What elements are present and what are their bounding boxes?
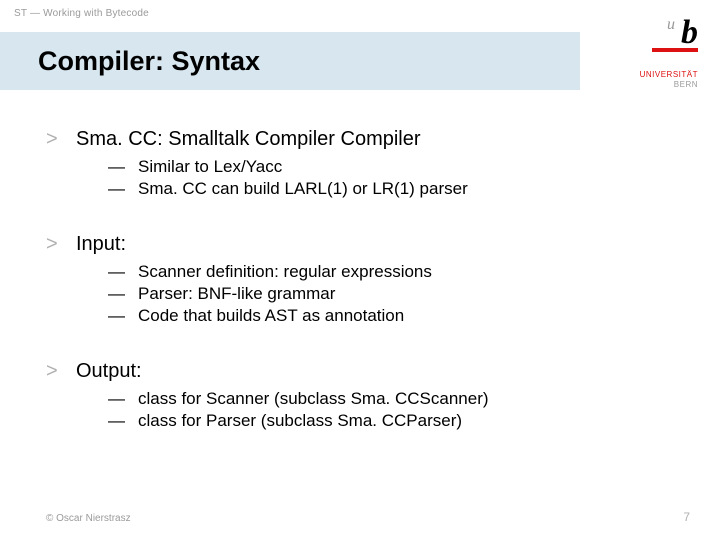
logo-u-glyph: u bbox=[667, 16, 675, 34]
sub-item-text: Similar to Lex/Yacc bbox=[138, 157, 282, 177]
list-item: > Sma. CC: Smalltalk Compiler Compiler bbox=[46, 128, 660, 151]
logo-b-icon: u b bbox=[681, 14, 698, 52]
block-heading: Input: bbox=[76, 233, 126, 256]
chevron-right-icon: > bbox=[46, 233, 76, 256]
sub-item-text: Parser: BNF-like grammar bbox=[138, 284, 335, 304]
list-item: > Input: bbox=[46, 233, 660, 256]
logo-b-glyph: b bbox=[681, 14, 698, 51]
block-heading: Sma. CC: Smalltalk Compiler Compiler bbox=[76, 128, 421, 151]
dash-icon: — bbox=[108, 262, 138, 282]
dash-icon: — bbox=[108, 411, 138, 431]
block-1: > Input: — Scanner definition: regular e… bbox=[46, 233, 660, 326]
sub-item-text: class for Parser (subclass Sma. CCParser… bbox=[138, 411, 462, 431]
dash-icon: — bbox=[108, 157, 138, 177]
list-item: — class for Parser (subclass Sma. CCPars… bbox=[108, 411, 660, 431]
sub-item-text: Code that builds AST as annotation bbox=[138, 306, 404, 326]
content-area: > Sma. CC: Smalltalk Compiler Compiler —… bbox=[46, 128, 660, 465]
list-item: > Output: bbox=[46, 360, 660, 383]
chevron-right-icon: > bbox=[46, 128, 76, 151]
page-number: 7 bbox=[683, 510, 690, 524]
list-item: — Scanner definition: regular expression… bbox=[108, 262, 660, 282]
block-2: > Output: — class for Scanner (subclass … bbox=[46, 360, 660, 431]
university-logo: u b UNIVERSITÄT BERN bbox=[588, 14, 698, 106]
dash-icon: — bbox=[108, 389, 138, 409]
list-item: — Parser: BNF-like grammar bbox=[108, 284, 660, 304]
block-heading: Output: bbox=[76, 360, 142, 383]
footer-copyright: © Oscar Nierstrasz bbox=[46, 513, 131, 524]
dash-icon: — bbox=[108, 306, 138, 326]
sub-item-text: class for Scanner (subclass Sma. CCScann… bbox=[138, 389, 489, 409]
list-item: — Code that builds AST as annotation bbox=[108, 306, 660, 326]
list-item: — class for Scanner (subclass Sma. CCSca… bbox=[108, 389, 660, 409]
sub-list: — Similar to Lex/Yacc — Sma. CC can buil… bbox=[108, 157, 660, 199]
logo-line2: BERN bbox=[674, 80, 698, 89]
block-0: > Sma. CC: Smalltalk Compiler Compiler —… bbox=[46, 128, 660, 199]
dash-icon: — bbox=[108, 284, 138, 304]
dash-icon: — bbox=[108, 179, 138, 199]
logo-line1: UNIVERSITÄT bbox=[640, 70, 698, 79]
sub-list: — class for Scanner (subclass Sma. CCSca… bbox=[108, 389, 660, 431]
breadcrumb-text: ST — Working with Bytecode bbox=[14, 8, 149, 19]
university-name: UNIVERSITÄT BERN bbox=[588, 70, 698, 91]
sub-item-text: Scanner definition: regular expressions bbox=[138, 262, 432, 282]
slide: ST — Working with Bytecode Compiler: Syn… bbox=[0, 0, 720, 540]
chevron-right-icon: > bbox=[46, 360, 76, 383]
sub-list: — Scanner definition: regular expression… bbox=[108, 262, 660, 326]
title-band: Compiler: Syntax bbox=[0, 32, 580, 90]
list-item: — Similar to Lex/Yacc bbox=[108, 157, 660, 177]
sub-item-text: Sma. CC can build LARL(1) or LR(1) parse… bbox=[138, 179, 468, 199]
page-title: Compiler: Syntax bbox=[38, 46, 580, 77]
list-item: — Sma. CC can build LARL(1) or LR(1) par… bbox=[108, 179, 660, 199]
